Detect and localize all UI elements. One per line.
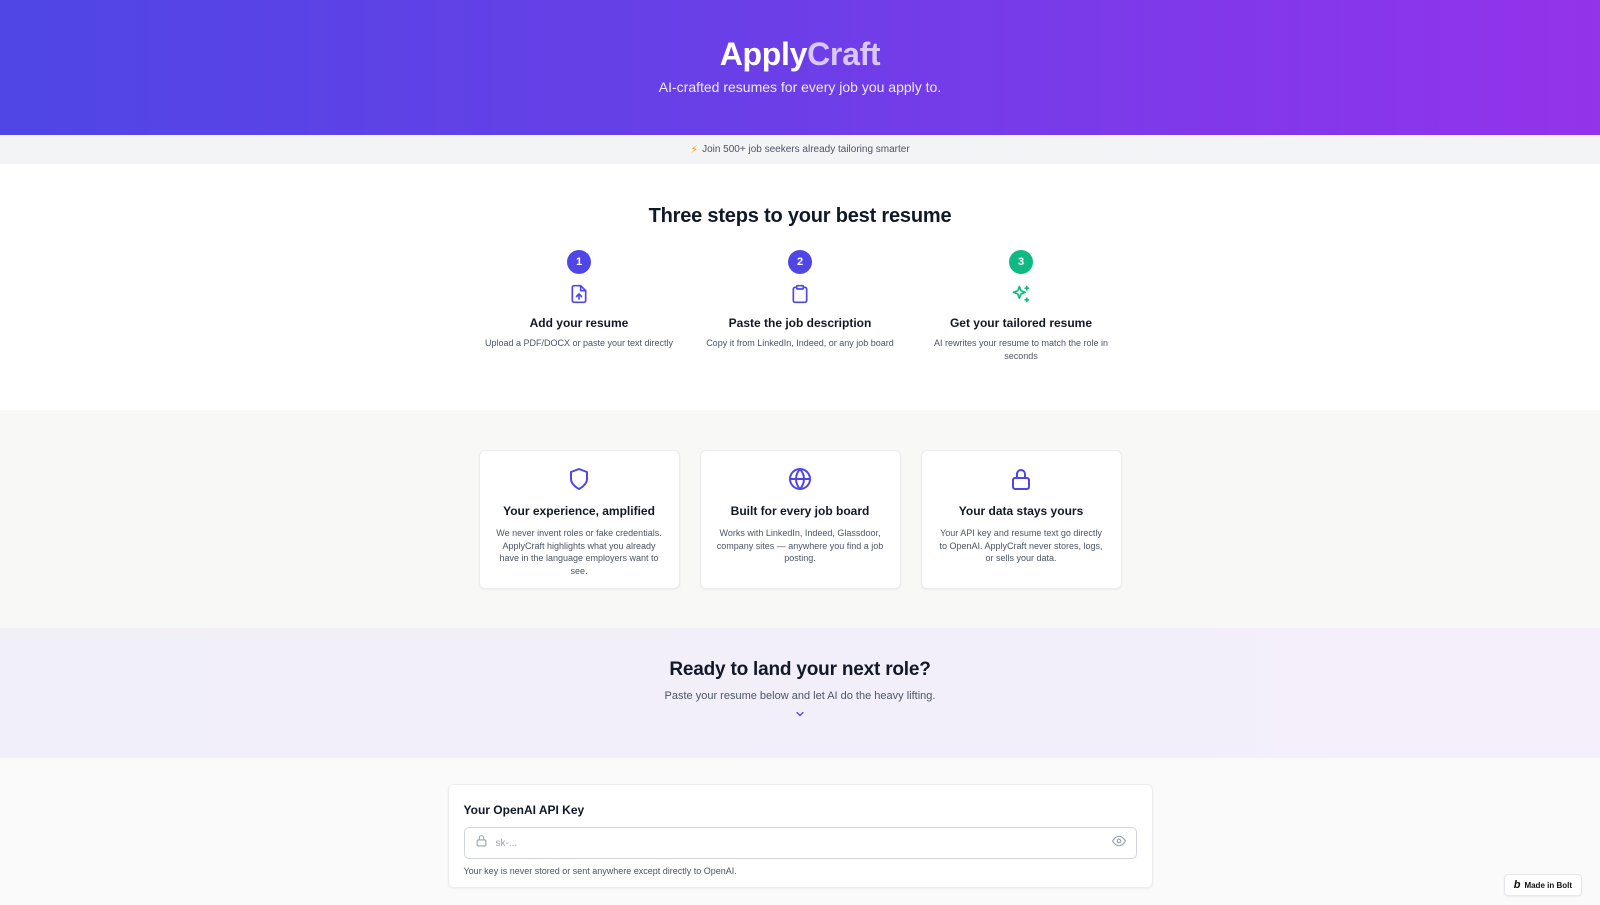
step-item: 3 Get your tailored resume AI rewrites y…: [916, 250, 1127, 363]
api-key-hint: Your key is never stored or sent anywher…: [463, 866, 737, 876]
feature-description: Your API key and resume text go directly…: [939, 528, 1103, 563]
feature-card: Built for every job board Works with Lin…: [699, 450, 901, 589]
eye-icon[interactable]: [1111, 834, 1126, 853]
step-title: Get your tailored resume: [949, 316, 1093, 330]
step-description: Upload a PDF/DOCX or paste your text dir…: [484, 338, 674, 348]
steps-heading: Three steps to your best resume: [648, 205, 952, 227]
cta-heading: Ready to land your next role?: [669, 659, 931, 680]
step-number-badge: 3: [1009, 250, 1033, 274]
features-section: Your experience, amplified We never inve…: [0, 410, 1600, 628]
brand-name-part2: Craft: [807, 36, 881, 72]
api-key-label: Your OpenAI API Key: [463, 803, 585, 817]
feature-card: Your data stays yours Your API key and r…: [920, 450, 1122, 589]
lightning-icon: ⚡: [690, 144, 699, 156]
brand-name-part1: Apply: [719, 36, 808, 72]
feature-card: Your experience, amplified We never inve…: [478, 450, 680, 589]
brand-logo: ApplyCraft: [0, 0, 1600, 73]
step-number-badge: 1: [567, 250, 591, 274]
steps-list: 1 Add your resume Upload a PDF/DOCX or p…: [0, 250, 1600, 363]
social-proof-strip: ⚡ Join 500+ job seekers already tailorin…: [0, 135, 1600, 164]
form-section: Your OpenAI API Key Your key is never st…: [0, 758, 1600, 905]
step-title: Add your resume: [529, 316, 629, 330]
step-number-badge: 2: [788, 250, 812, 274]
step-description: Copy it from LinkedIn, Indeed, or any jo…: [706, 338, 894, 348]
hero-banner: ApplyCraft AI-crafted resumes for every …: [0, 0, 1600, 135]
feature-description: We never invent roles or fake credential…: [496, 528, 662, 576]
sparkles-icon: [1011, 282, 1031, 306]
step-title: Paste the job description: [728, 316, 872, 330]
step-item: 1 Add your resume Upload a PDF/DOCX or p…: [474, 250, 685, 363]
hero-tagline: AI-crafted resumes for every job you app…: [658, 79, 942, 95]
clipboard-icon: [790, 282, 810, 306]
bolt-logo-icon: b: [1513, 879, 1521, 891]
step-description: AI rewrites your resume to match the rol…: [933, 338, 1109, 361]
cta-section: Ready to land your next role? Paste your…: [0, 628, 1600, 758]
steps-section: Three steps to your best resume 1 Add yo…: [0, 164, 1600, 410]
lock-icon: [475, 834, 488, 852]
feature-title: Your experience, amplified: [503, 504, 655, 518]
globe-icon: [788, 467, 812, 496]
api-key-input-wrapper: [463, 827, 1137, 859]
step-item: 2 Paste the job description Copy it from…: [695, 250, 906, 363]
feature-title: Your data stays yours: [958, 504, 1084, 518]
chevron-down-icon[interactable]: [0, 708, 1600, 720]
social-proof-text: Join 500+ job seekers already tailoring …: [702, 144, 910, 155]
cta-subtext: Paste your resume below and let AI do th…: [664, 690, 936, 702]
made-in-bolt-label: Made in Bolt: [1524, 880, 1572, 890]
api-key-input[interactable]: [495, 837, 1104, 849]
feature-description: Works with LinkedIn, Indeed, Glassdoor, …: [716, 528, 884, 563]
file-upload-icon: [569, 282, 589, 306]
api-key-card: Your OpenAI API Key Your key is never st…: [447, 784, 1153, 888]
shield-icon: [567, 467, 591, 496]
feature-title: Built for every job board: [730, 504, 870, 518]
lock-icon: [1009, 467, 1033, 496]
made-in-bolt-badge[interactable]: b Made in Bolt: [1503, 874, 1582, 896]
